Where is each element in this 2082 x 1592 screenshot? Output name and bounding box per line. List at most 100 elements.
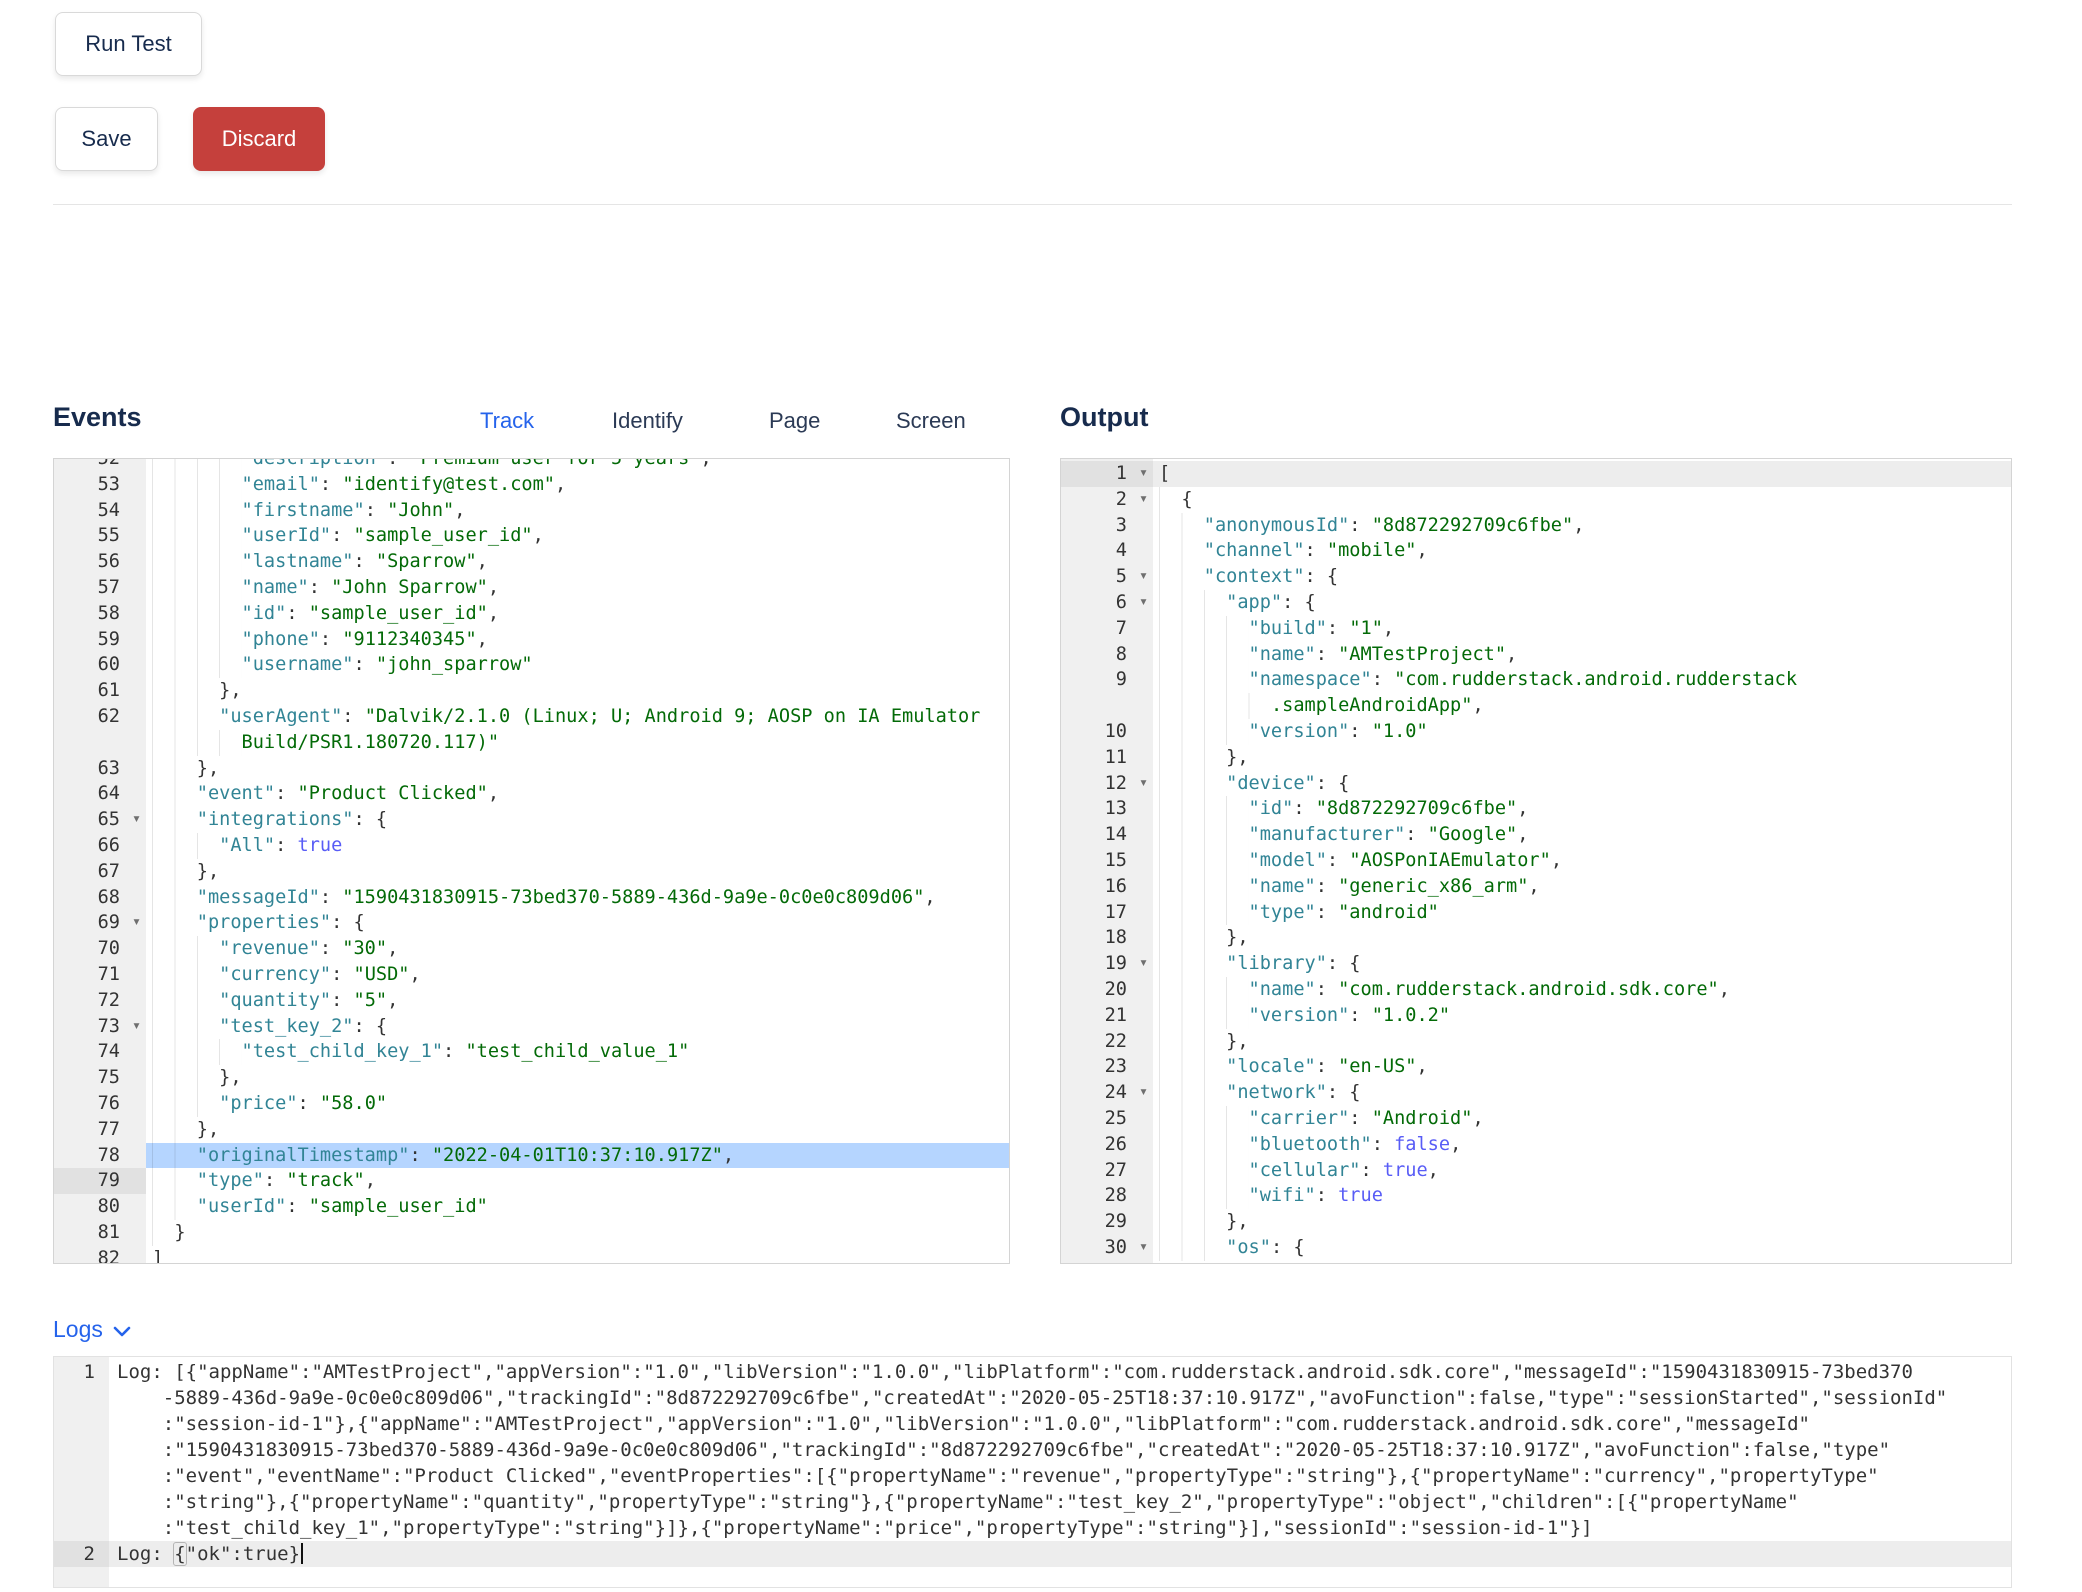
editor-row: 18},: [1061, 925, 2011, 951]
line-number: [54, 1385, 109, 1411]
editor-row: 70"revenue": "30",: [54, 936, 1009, 962]
editor-row: 30▾"os": {: [1061, 1235, 2011, 1261]
editor-row: 59"phone": "9112340345",: [54, 627, 1009, 653]
editor-row: 19▾"library": {: [1061, 951, 2011, 977]
chevron-down-icon: [112, 1325, 132, 1339]
fold-icon[interactable]: ▾: [1139, 486, 1148, 512]
logs-output[interactable]: 1Log: [{"appName":"AMTestProject","appVe…: [53, 1356, 2012, 1588]
tab-track[interactable]: Track: [480, 408, 534, 434]
editor-row: 2▾{: [1061, 487, 2011, 513]
line-number: [54, 1411, 109, 1437]
editor-row: 14"manufacturer": "Google",: [1061, 822, 2011, 848]
fold-icon[interactable]: ▾: [1139, 589, 1148, 615]
line-number: 4: [1061, 538, 1153, 564]
log-row: :"string"},{"propertyName":"quantity","p…: [54, 1489, 2011, 1515]
line-number: 17: [1061, 900, 1153, 926]
editor-row: 73▾"test_key_2": {: [54, 1014, 1009, 1040]
line-number: 75: [54, 1065, 146, 1091]
line-number: 7: [1061, 616, 1153, 642]
editor-row: 24▾"network": {: [1061, 1080, 2011, 1106]
line-number: 78: [54, 1143, 146, 1169]
fold-icon[interactable]: ▾: [1139, 950, 1148, 976]
editor-row: 67},: [54, 859, 1009, 885]
line-number: 2: [54, 1541, 109, 1567]
line-number: 72: [54, 988, 146, 1014]
fold-icon[interactable]: ▾: [1139, 1079, 1148, 1105]
line-number: 53: [54, 472, 146, 498]
tab-page[interactable]: Page: [769, 408, 820, 434]
editor-row: 69▾"properties": {: [54, 910, 1009, 936]
editor-row: 5▾"context": {: [1061, 564, 2011, 590]
line-number: [54, 730, 146, 756]
fold-icon[interactable]: ▾: [132, 1013, 141, 1039]
line-number: 8: [1061, 642, 1153, 668]
output-json-editor[interactable]: 1▾[2▾{3"anonymousId": "8d872292709c6fbe"…: [1060, 458, 2012, 1264]
editor-row: 81}: [54, 1220, 1009, 1246]
editor-row: 75},: [54, 1065, 1009, 1091]
line-number: 1▾: [1061, 461, 1153, 487]
divider: [53, 204, 2012, 205]
line-number: 30▾: [1061, 1235, 1153, 1261]
line-number: 9: [1061, 667, 1153, 693]
line-number: 66: [54, 833, 146, 859]
tab-screen[interactable]: Screen: [896, 408, 966, 434]
log-row: 2Log: {"ok":true}: [54, 1541, 2011, 1567]
editor-row: .sampleAndroidApp",: [1061, 693, 2011, 719]
editor-row: 22},: [1061, 1029, 2011, 1055]
line-number: 74: [54, 1039, 146, 1065]
line-number: 79: [54, 1168, 146, 1194]
fold-icon[interactable]: ▾: [1139, 770, 1148, 796]
editor-row: 53"email": "identify@test.com",: [54, 472, 1009, 498]
discard-button[interactable]: Discard: [193, 107, 325, 171]
log-row: -5889-436d-9a9e-0c0e0c809d06","trackingI…: [54, 1385, 2011, 1411]
line-number: 60: [54, 652, 146, 678]
fold-icon[interactable]: ▾: [1139, 460, 1148, 486]
fold-icon[interactable]: ▾: [1139, 563, 1148, 589]
editor-row: 57"name": "John Sparrow",: [54, 575, 1009, 601]
fold-icon[interactable]: ▾: [132, 909, 141, 935]
editor-row: 71"currency": "USD",: [54, 962, 1009, 988]
line-number: [54, 1489, 109, 1515]
editor-row: 6▾"app": {: [1061, 590, 2011, 616]
fold-icon[interactable]: ▾: [132, 806, 141, 832]
editor-row: 64"event": "Product Clicked",: [54, 781, 1009, 807]
editor-row: 28"wifi": true: [1061, 1183, 2011, 1209]
editor-row: 1▾[: [1061, 461, 2011, 487]
line-number: 14: [1061, 822, 1153, 848]
line-number: 81: [54, 1220, 146, 1246]
events-title: Events: [53, 402, 142, 433]
editor-row: 16"name": "generic_x86_arm",: [1061, 874, 2011, 900]
editor-row: 11},: [1061, 745, 2011, 771]
tab-identify[interactable]: Identify: [612, 408, 683, 434]
editor-row: 61},: [54, 678, 1009, 704]
editor-row: 25"carrier": "Android",: [1061, 1106, 2011, 1132]
editor-row: 80"userId": "sample_user_id": [54, 1194, 1009, 1220]
line-number: 1: [54, 1359, 109, 1385]
editor-row: 3"anonymousId": "8d872292709c6fbe",: [1061, 513, 2011, 539]
editor-row: 77},: [54, 1117, 1009, 1143]
line-number: 25: [1061, 1106, 1153, 1132]
editor-row: 56"lastname": "Sparrow",: [54, 549, 1009, 575]
line-number: 67: [54, 859, 146, 885]
line-number: 71: [54, 962, 146, 988]
run-test-button[interactable]: Run Test: [55, 12, 202, 76]
line-number: 54: [54, 498, 146, 524]
logs-toggle[interactable]: Logs: [53, 1316, 132, 1343]
editor-row: 58"id": "sample_user_id",: [54, 601, 1009, 627]
editor-row: 60"username": "john_sparrow": [54, 652, 1009, 678]
line-number: 80: [54, 1194, 146, 1220]
line-number: 6▾: [1061, 590, 1153, 616]
save-button[interactable]: Save: [55, 107, 158, 171]
line-number: 2▾: [1061, 487, 1153, 513]
fold-icon[interactable]: ▾: [1139, 1234, 1148, 1260]
editor-row: Build/PSR1.180720.117)": [54, 730, 1009, 756]
line-number: 20: [1061, 977, 1153, 1003]
editor-row: 27"cellular": true,: [1061, 1158, 2011, 1184]
line-number: 16: [1061, 874, 1153, 900]
editor-row: 54"firstname": "John",: [54, 498, 1009, 524]
events-json-editor[interactable]: 52"description": "Premium user for 5 yea…: [53, 458, 1010, 1264]
line-number: 3: [1061, 513, 1153, 539]
editor-row: 66"All": true: [54, 833, 1009, 859]
editor-row: 62"userAgent": "Dalvik/2.1.0 (Linux; U; …: [54, 704, 1009, 730]
editor-row: 72"quantity": "5",: [54, 988, 1009, 1014]
